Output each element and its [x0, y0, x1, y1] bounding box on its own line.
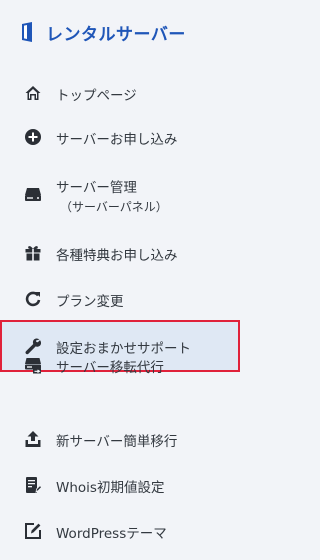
sidebar-item-server-management[interactable]: サーバー管理 （サーバーパネル） — [0, 172, 240, 218]
sidebar-item-label: プラン変更 — [56, 294, 124, 310]
sidebar-item-label: Whois初期値設定 — [56, 480, 165, 496]
sidebar-item-label: サーバー移転代行 — [56, 360, 164, 376]
sidebar-item-label: トップページ — [56, 88, 137, 104]
sidebar-item-easy-migration[interactable]: 新サーバー簡単移行 — [0, 426, 240, 452]
sidebar-item-whois-settings[interactable]: Whois初期値設定 — [0, 472, 240, 498]
sidebar-item-benefits-apply[interactable]: 各種特典お申し込み — [0, 240, 240, 266]
sidebar-item-sublabel: （サーバーパネル） — [60, 200, 168, 214]
edit-square-icon — [24, 522, 42, 540]
sidebar-item-label: 新サーバー簡単移行 — [56, 434, 178, 450]
server-transfer-icon — [24, 356, 42, 374]
sidebar-item-top-page[interactable]: トップページ — [0, 80, 240, 106]
plus-circle-icon — [24, 128, 42, 146]
server-icon — [24, 185, 42, 203]
sidebar-item-label: サーバー管理 — [56, 180, 137, 196]
brand[interactable]: レンタルサーバー — [18, 20, 186, 45]
sidebar-item-label: サーバーお申し込み — [56, 132, 178, 148]
sidebar-item-server-migration-service[interactable]: サーバー移転代行 — [0, 352, 240, 378]
brand-logo-icon — [22, 22, 32, 42]
refresh-icon — [24, 290, 42, 308]
sidebar-item-label: 各種特典お申し込み — [56, 248, 178, 264]
sidebar-item-label: WordPressテーマ — [56, 526, 167, 542]
upload-icon — [24, 430, 42, 448]
sidebar: レンタルサーバー トップページ サーバーお申し込み サーバー管理 （サーバーパネ… — [0, 0, 240, 560]
sidebar-item-plan-change[interactable]: プラン変更 — [0, 286, 240, 312]
document-edit-icon — [24, 476, 42, 494]
home-icon — [24, 84, 42, 102]
sidebar-item-server-apply[interactable]: サーバーお申し込み — [0, 124, 240, 150]
gift-icon — [24, 244, 42, 262]
sidebar-item-wordpress-theme[interactable]: WordPressテーマ — [0, 518, 240, 544]
brand-name: レンタルサーバー — [46, 24, 186, 45]
